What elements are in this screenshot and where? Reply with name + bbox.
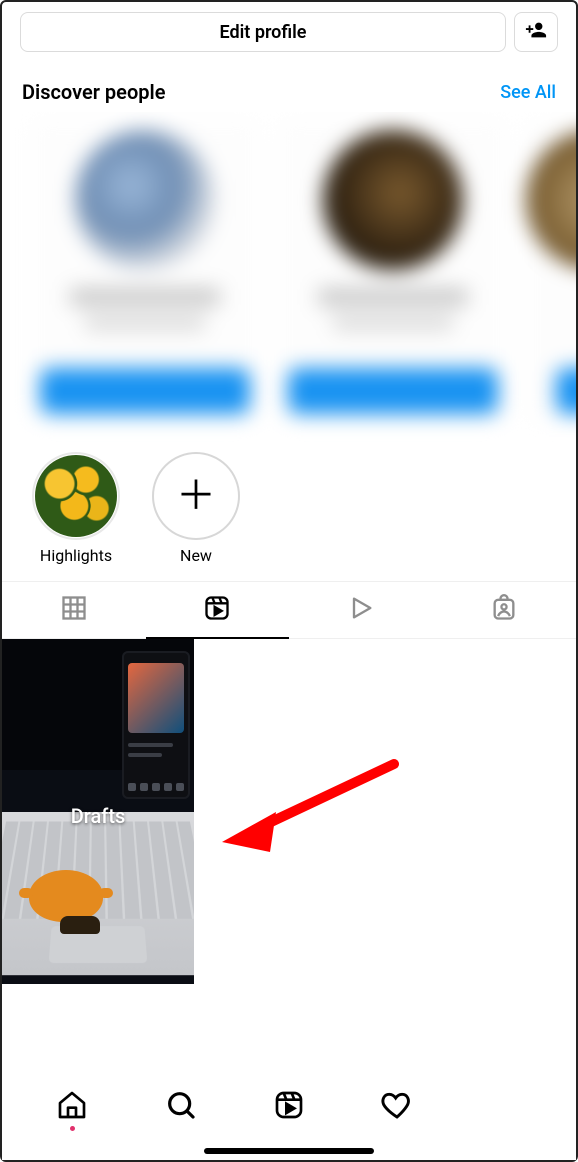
nav-reels[interactable] (265, 1083, 313, 1131)
suggestion-name (70, 288, 220, 306)
follow-button[interactable] (40, 368, 250, 414)
see-all-link[interactable]: See All (500, 82, 556, 103)
suggestion-subtext (85, 316, 205, 330)
new-highlight-circle: ＋ (152, 452, 240, 540)
bottom-nav (2, 1076, 576, 1138)
nav-home[interactable] (48, 1083, 96, 1131)
nav-profile[interactable] (482, 1083, 530, 1131)
reel-drafts-tile[interactable]: Drafts (2, 639, 194, 984)
edit-profile-button[interactable]: Edit profile (20, 12, 506, 52)
new-highlight-button[interactable]: ＋ New (152, 452, 240, 565)
discover-people-carousel[interactable] (2, 112, 576, 448)
home-indicator (204, 1148, 374, 1154)
edit-profile-label: Edit profile (220, 22, 307, 43)
highlight-label: New (180, 546, 212, 565)
avatar (323, 130, 463, 270)
reels-icon (273, 1089, 305, 1125)
follow-button[interactable] (288, 368, 498, 414)
grid-icon (60, 594, 88, 626)
profile-content-grid: Drafts (2, 639, 576, 984)
highlight-item[interactable]: Highlights (32, 452, 120, 565)
heart-icon (381, 1089, 413, 1125)
home-icon (56, 1089, 88, 1125)
follow-button[interactable] (556, 368, 576, 414)
discover-people-title: Discover people (22, 80, 165, 104)
discover-card[interactable] (526, 120, 576, 420)
flower-image (35, 455, 117, 537)
nav-activity[interactable] (373, 1083, 421, 1131)
tab-play[interactable] (289, 582, 433, 638)
profile-tabs (2, 581, 576, 639)
drafts-label: Drafts (71, 804, 126, 828)
plus-icon: ＋ (176, 476, 216, 516)
tagged-icon (490, 594, 518, 626)
add-person-icon (525, 19, 547, 45)
profile-actions-row: Edit profile (2, 2, 576, 62)
story-highlights-row: Highlights ＋ New (2, 448, 576, 577)
suggestion-subtext (333, 316, 453, 330)
reels-icon (203, 594, 231, 626)
play-icon (347, 594, 375, 626)
discover-card[interactable] (30, 120, 260, 420)
search-icon (165, 1089, 197, 1125)
discover-people-header: Discover people See All (2, 62, 576, 112)
tab-grid[interactable] (2, 582, 146, 638)
avatar (526, 130, 576, 270)
tab-tagged[interactable] (433, 582, 577, 638)
highlight-cover (32, 452, 120, 540)
discover-people-button[interactable] (514, 12, 558, 52)
notification-dot-icon (70, 1126, 75, 1131)
avatar (75, 130, 215, 270)
suggestion-name (318, 288, 468, 306)
tab-reels[interactable] (146, 582, 290, 638)
highlight-label: Highlights (40, 546, 112, 565)
nav-search[interactable] (157, 1083, 205, 1131)
discover-card[interactable] (278, 120, 508, 420)
